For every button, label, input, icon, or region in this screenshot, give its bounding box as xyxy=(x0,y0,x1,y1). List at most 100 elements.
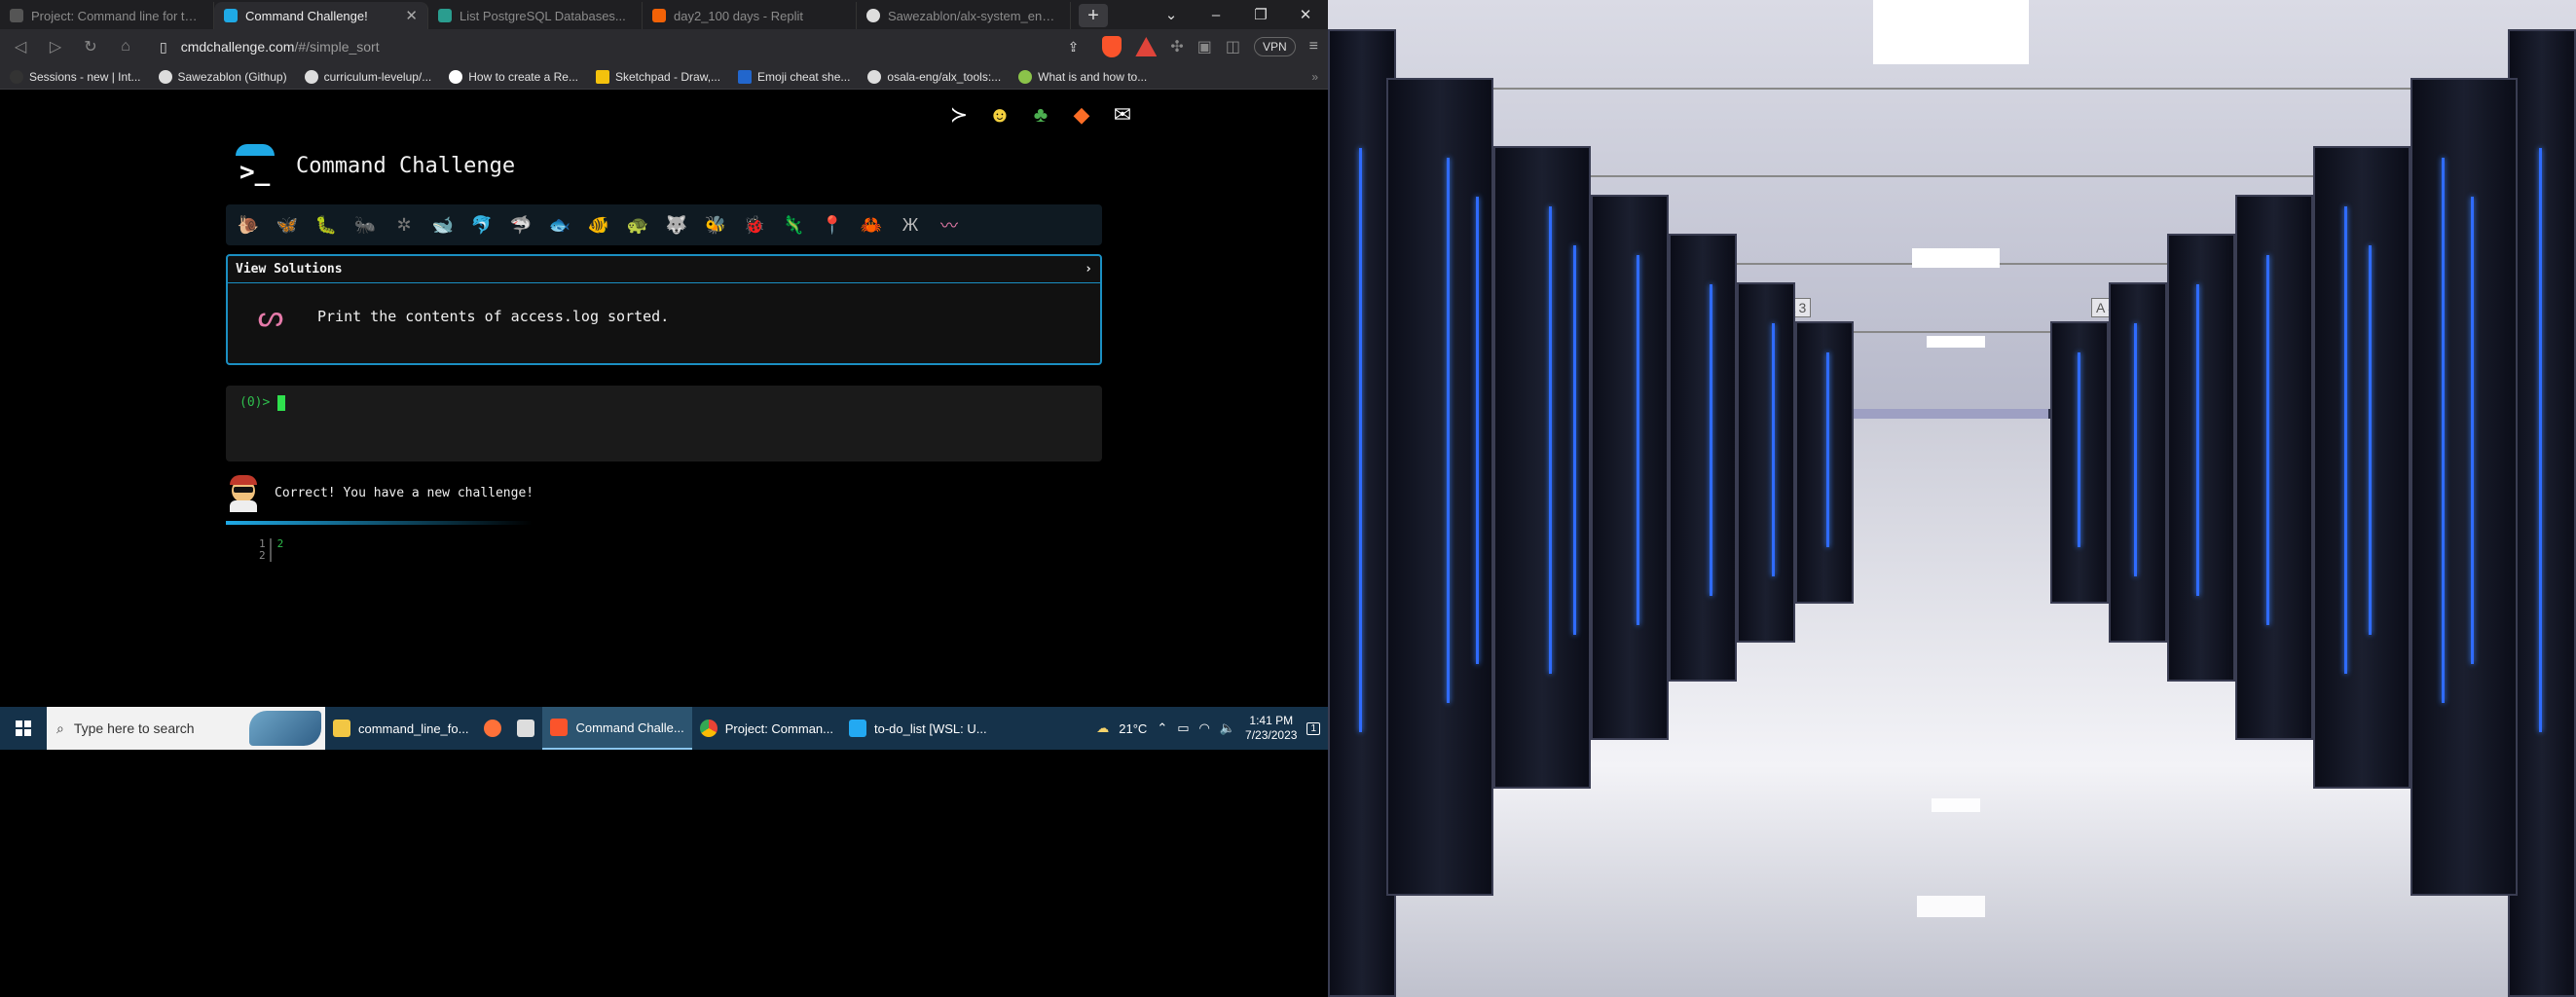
wifi-icon[interactable]: ◠ xyxy=(1199,720,1210,736)
bookmark-item[interactable]: How to create a Re... xyxy=(449,69,578,84)
close-window-button[interactable]: ✕ xyxy=(1283,0,1328,29)
terminal-input[interactable]: (0)> xyxy=(226,386,1102,462)
terminal-logo-icon[interactable]: ≻ xyxy=(944,100,974,129)
volume-icon[interactable]: 🔈 xyxy=(1220,720,1235,736)
chevron-up-icon[interactable]: ⌃ xyxy=(1157,720,1167,736)
lizard-level-icon[interactable]: 🦎 xyxy=(781,212,806,238)
wallet-icon[interactable]: ◫ xyxy=(1226,37,1240,56)
emoji-face-icon[interactable]: ☻ xyxy=(985,100,1014,129)
moth-level-icon[interactable]: Ж xyxy=(898,212,923,238)
url-host: cmdchallenge.com xyxy=(180,39,295,55)
tropical-fish-level-icon[interactable]: 🐠 xyxy=(586,212,611,238)
server-rack xyxy=(1386,78,1493,896)
challenge-description: Print the contents of access.log sorted. xyxy=(317,308,670,325)
forward-icon[interactable]: ▷ xyxy=(45,37,66,56)
server-rack xyxy=(2410,78,2518,896)
taskbar-search[interactable]: ⌕ Type here to search xyxy=(47,707,325,750)
caterpillar-level-icon[interactable]: 🐛 xyxy=(313,212,339,238)
mail-icon[interactable]: ✉ xyxy=(1108,100,1137,129)
taskbar-app-firefox[interactable] xyxy=(476,707,509,750)
bookmark-item[interactable]: osala-eng/alx_tools:... xyxy=(867,69,1001,84)
tab-command-challenge[interactable]: Command Challenge! ✕ xyxy=(214,2,428,29)
server-rack xyxy=(2167,234,2235,682)
bookmark-icon[interactable]: ▯ xyxy=(160,39,167,55)
firefox-icon xyxy=(484,720,502,737)
address-bar[interactable]: ▯ cmdchallenge.com/#/simple_sort ⇪ xyxy=(150,34,1088,59)
ant-level-icon[interactable]: 🐜 xyxy=(352,212,378,238)
server-rack xyxy=(1591,195,1669,740)
more-bookmarks-icon[interactable]: » xyxy=(1311,70,1318,84)
bookmark-favicon-icon xyxy=(449,69,463,84)
menu-icon[interactable]: ≡ xyxy=(1309,38,1318,55)
progress-fill xyxy=(226,521,533,525)
wolf-level-icon[interactable]: 🐺 xyxy=(664,212,689,238)
clapperboard-icon xyxy=(517,720,535,737)
notification-icon[interactable]: 1 xyxy=(1306,721,1320,735)
extensions-icon[interactable]: ✣ xyxy=(1170,37,1183,56)
browser-window: Project: Command line for the w... Comma… xyxy=(0,0,1328,997)
weather-temp[interactable]: 21°C xyxy=(1119,721,1147,736)
weather-icon[interactable]: ☁ xyxy=(1096,720,1109,736)
battery-icon[interactable]: ▭ xyxy=(1177,720,1189,736)
taskbar-app-chrome[interactable]: Project: Comman... xyxy=(692,707,841,750)
brave-rewards-icon[interactable] xyxy=(1135,37,1158,56)
taskbar-app-file-explorer[interactable]: command_line_fo... xyxy=(325,707,476,750)
view-solutions-toggle[interactable]: View Solutions › xyxy=(228,256,1100,283)
challenge-card: View Solutions › ᔕ Print the contents of… xyxy=(226,254,1102,365)
taskbar-app-brave[interactable]: Command Challe... xyxy=(542,707,692,750)
worm-level-icon[interactable]: 〰 xyxy=(937,212,962,238)
result-banner: Correct! You have a new challenge! xyxy=(226,473,534,512)
header-links: ≻ ☻ ♣ ◆ ✉ xyxy=(944,100,1137,129)
sidebar-icon[interactable]: ▣ xyxy=(1197,37,1212,56)
bee-level-icon[interactable]: 🐝 xyxy=(703,212,728,238)
start-button[interactable] xyxy=(0,707,47,750)
turtle-level-icon[interactable]: 🐢 xyxy=(625,212,650,238)
bookmark-item[interactable]: Sketchpad - Draw,... xyxy=(595,69,720,84)
share-icon[interactable]: ⇪ xyxy=(1068,39,1080,55)
crab-level-icon[interactable]: 🦀 xyxy=(859,212,884,238)
back-icon[interactable]: ◁ xyxy=(10,37,31,56)
bug-level-icon[interactable]: ✲ xyxy=(391,212,417,238)
vpn-button[interactable]: VPN xyxy=(1253,37,1296,56)
tab-replit[interactable]: day2_100 days - Replit xyxy=(643,2,857,29)
butterfly-level-icon[interactable]: 🦋 xyxy=(275,212,300,238)
new-tab-button[interactable]: + xyxy=(1079,4,1108,27)
pin-level-icon[interactable]: 📍 xyxy=(820,212,845,238)
github-icon xyxy=(158,69,172,84)
clock-time: 1:41 PM xyxy=(1249,714,1294,727)
tab-list-postgresql[interactable]: List PostgreSQL Databases... xyxy=(428,2,643,29)
bookmark-favicon-icon xyxy=(10,69,23,84)
view-solutions-label: View Solutions xyxy=(236,262,343,277)
tab-github-sawezablon[interactable]: Sawezablon/alx-system_engineer... xyxy=(857,2,1071,29)
tab-project-command-line[interactable]: Project: Command line for the w... xyxy=(0,2,214,29)
clock[interactable]: 1:41 PM 7/23/2023 xyxy=(1245,714,1297,743)
bookmark-item[interactable]: What is and how to... xyxy=(1018,69,1147,84)
bookmark-item[interactable]: Emoji cheat she... xyxy=(738,69,850,84)
ladybug-level-icon[interactable]: 🐞 xyxy=(742,212,767,238)
minimize-button[interactable]: – xyxy=(1194,0,1238,29)
dolphin-level-icon[interactable]: 🐬 xyxy=(469,212,495,238)
tab-title: Sawezablon/alx-system_engineer... xyxy=(888,8,1060,23)
gitlab-icon[interactable]: ◆ xyxy=(1067,100,1096,129)
bookmark-item[interactable]: curriculum-levelup/... xyxy=(304,69,431,84)
taskbar-app-vscode[interactable]: to-do_list [WSL: U... xyxy=(841,707,995,750)
close-tab-icon[interactable]: ✕ xyxy=(405,7,418,24)
shark-level-icon[interactable]: 🦈 xyxy=(508,212,534,238)
worm-icon: ᔕ xyxy=(257,300,284,333)
bookmark-item[interactable]: Sessions - new | Int... xyxy=(10,69,141,84)
restore-button[interactable]: ❐ xyxy=(1238,0,1283,29)
home-icon[interactable]: ⌂ xyxy=(115,38,136,55)
tab-list-chevron-icon[interactable]: ⌄ xyxy=(1149,0,1194,29)
bookmark-item[interactable]: Sawezablon (Githup) xyxy=(158,69,287,84)
fish-level-icon[interactable]: 🐟 xyxy=(547,212,572,238)
tab-favicon-icon xyxy=(10,9,23,22)
whale-level-icon[interactable]: 🐋 xyxy=(430,212,456,238)
snail-level-icon[interactable]: 🐌 xyxy=(236,212,261,238)
reload-icon[interactable]: ↻ xyxy=(80,37,101,56)
taskbar-app-clapper[interactable] xyxy=(509,707,542,750)
brave-icon xyxy=(550,719,569,736)
browser-toolbar: ◁ ▷ ↻ ⌂ ▯ cmdchallenge.com/#/simple_sort… xyxy=(0,29,1328,64)
brave-shields-icon[interactable] xyxy=(1102,36,1122,57)
site-brand[interactable]: >_ Command Challenge xyxy=(234,144,515,187)
tree-icon[interactable]: ♣ xyxy=(1026,100,1055,129)
